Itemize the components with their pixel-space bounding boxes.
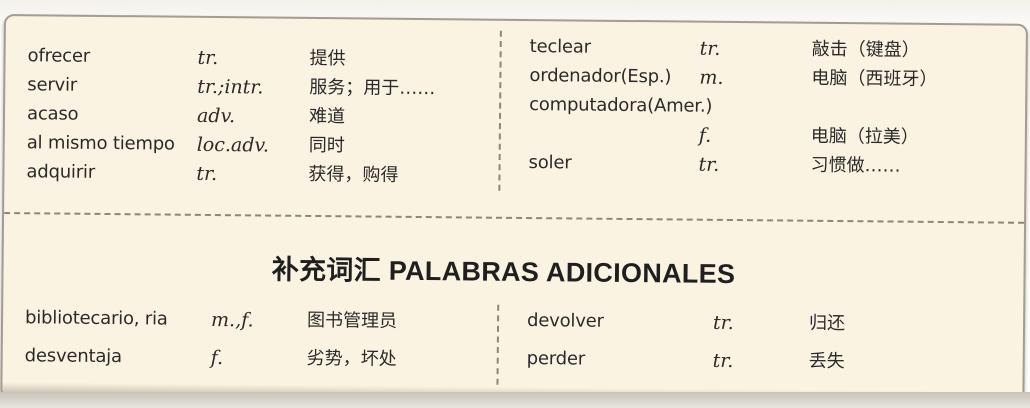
entry-word: adquirir bbox=[26, 161, 96, 183]
entry-word: computadora(Amer.) bbox=[529, 94, 713, 117]
entry-meaning: 敲击（键盘） bbox=[811, 38, 920, 61]
entry-word: teclear bbox=[529, 36, 591, 58]
entry-pos: tr. bbox=[698, 153, 720, 176]
section-title: 补充词汇 PALABRAS ADICIONALES bbox=[271, 254, 736, 290]
entry-meaning: 电脑（西班牙） bbox=[811, 67, 938, 90]
entry-pos: tr. bbox=[699, 37, 721, 60]
entry-pos: tr.;intr. bbox=[197, 75, 264, 99]
entry-pos: m.,f. bbox=[210, 309, 254, 332]
entry-meaning: 丢失 bbox=[808, 350, 845, 373]
entry-word: al mismo tiempo bbox=[26, 132, 175, 155]
entry-meaning: 同时 bbox=[308, 134, 345, 157]
entry-meaning: 难道 bbox=[308, 105, 346, 128]
vocabulary-box: ofrecer tr. 提供 servir tr.;intr. 服务；用于…… … bbox=[0, 14, 1028, 404]
entry-pos: m. bbox=[699, 66, 724, 89]
entry-word: desventaja bbox=[24, 345, 122, 368]
entry-meaning: 劣势，坏处 bbox=[306, 347, 397, 370]
entry-word: servir bbox=[27, 74, 78, 96]
entry-pos: adv. bbox=[196, 104, 236, 128]
entry-meaning: 归还 bbox=[808, 312, 846, 335]
entry-meaning: 电脑（拉美） bbox=[810, 125, 919, 148]
entry-word: bibliotecario, ria bbox=[24, 307, 168, 330]
section-divider bbox=[4, 212, 1025, 224]
entry-meaning: 获得，购得 bbox=[308, 163, 399, 186]
entry-pos: f. bbox=[698, 124, 712, 147]
entry-meaning: 习惯做…… bbox=[810, 154, 901, 177]
entry-pos: tr. bbox=[712, 349, 734, 373]
entry-pos: tr. bbox=[712, 311, 734, 335]
column-divider bbox=[498, 30, 502, 191]
entry-meaning: 图书管理员 bbox=[306, 309, 398, 332]
entry-word: perder bbox=[526, 348, 586, 370]
entry-word: ofrecer bbox=[27, 45, 91, 67]
entry-meaning: 提供 bbox=[309, 47, 346, 70]
column-divider bbox=[496, 304, 500, 385]
entry-word: devolver bbox=[526, 310, 604, 332]
entry-meaning: 服务；用于…… bbox=[309, 76, 436, 100]
entry-pos: loc.adv. bbox=[196, 133, 270, 157]
entry-pos: f. bbox=[210, 347, 224, 370]
entry-pos: tr. bbox=[197, 46, 219, 70]
entry-word: soler bbox=[528, 152, 572, 174]
entry-pos: tr. bbox=[196, 162, 218, 186]
entry-word: ordenador(Esp.) bbox=[529, 65, 672, 88]
entry-word: acaso bbox=[26, 103, 79, 125]
page-edge bbox=[0, 392, 1030, 408]
